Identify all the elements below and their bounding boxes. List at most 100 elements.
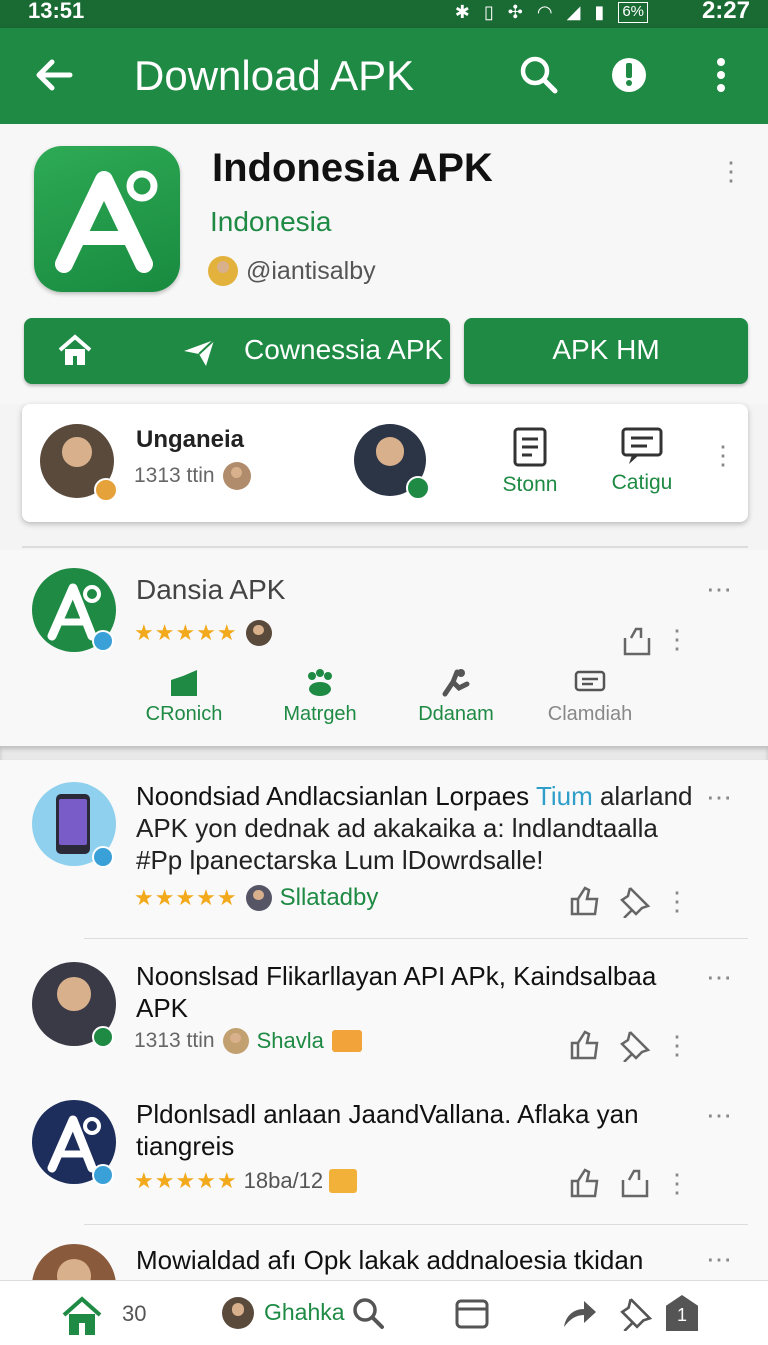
profile-avatar[interactable] <box>222 1297 254 1329</box>
app-a-icon <box>55 170 158 273</box>
document-icon <box>513 427 547 467</box>
author-handle: @iantisalby <box>246 256 376 285</box>
search-button[interactable] <box>516 52 562 98</box>
item-meta: ★★★★★ 18ba/12 <box>134 1168 358 1194</box>
app-card-action-3[interactable]: Ddanam <box>408 668 504 726</box>
bluetooth-icon: ✱ <box>454 2 470 22</box>
alert-circle-icon <box>612 58 646 92</box>
app-author[interactable]: @iantisalby <box>208 256 376 286</box>
chart-icon <box>171 670 197 696</box>
share-box-icon[interactable] <box>618 1166 652 1200</box>
pin-icon[interactable] <box>618 1295 654 1331</box>
status-time: 13:51 <box>28 0 85 23</box>
item-title: Mowialdad afı Opk lakak addnaloesia tkid… <box>136 1245 644 1275</box>
stonn-action[interactable]: Stonn <box>482 426 578 497</box>
app-card-badge <box>92 630 114 652</box>
feed-list: Noondsiad Andlacsianlan Lorpaes Tium ala… <box>0 760 768 1280</box>
battery-saver-icon: ▮ <box>594 2 605 22</box>
pin-icon[interactable] <box>618 884 652 918</box>
overflow-menu-button[interactable] <box>698 52 744 98</box>
app-subtitle[interactable]: Indonesia <box>210 206 331 238</box>
share-box-icon[interactable] <box>620 624 654 658</box>
signal-icon: ◢ <box>566 2 581 22</box>
item-badge <box>92 1164 114 1186</box>
battery-level: 6% <box>618 2 648 23</box>
app-card-title[interactable]: Dansia APK <box>136 574 285 606</box>
meta-avatar <box>245 885 272 911</box>
item-badge <box>92 1026 114 1048</box>
list-item[interactable]: Pldonlsadl anlaan JaandVallana. Aflaka y… <box>0 1082 768 1222</box>
item-title: Pldonlsadl anlaan JaandVallana. Aflaka y… <box>136 1099 639 1161</box>
item-author[interactable]: Sllatadby <box>280 884 379 912</box>
status-clock: 2:27 <box>701 0 750 24</box>
app-card-kebab-button[interactable]: ⋮ <box>664 626 690 652</box>
primary-download-button[interactable]: Cownessia APK <box>24 318 450 384</box>
primary-download-label: Cownessia APK <box>244 334 444 365</box>
rating-avatar <box>245 620 272 646</box>
section-separator <box>0 746 768 760</box>
list-item[interactable]: Noonslsad Flikarllayan API APk, Kaindsal… <box>0 940 768 1080</box>
item-time: 1313 ttin <box>134 1029 215 1052</box>
runner-icon <box>442 669 470 697</box>
action-3-label: Ddanam <box>418 703 494 725</box>
nav-label[interactable]: Ghahka <box>264 1299 345 1326</box>
pin-icon[interactable] <box>618 1028 652 1062</box>
thumb-up-icon[interactable] <box>568 884 602 918</box>
info-button[interactable] <box>606 52 652 98</box>
bottom-nav: 30 Ghahka 1 <box>0 1280 768 1345</box>
search-icon <box>520 56 558 94</box>
app-card-action-2[interactable]: Matrgeh <box>272 668 368 726</box>
back-button[interactable] <box>30 52 76 98</box>
paw-icon <box>308 669 332 696</box>
share-icon[interactable] <box>560 1295 598 1331</box>
item-kebab-button[interactable]: ⋮ <box>664 1170 690 1196</box>
user-name[interactable]: Unganeia <box>136 426 244 454</box>
app-card: Dansia APK ★★★★★ ⋯ ⋮ CRonich Matrgeh Dda… <box>0 550 768 746</box>
notification-badge: 1 <box>676 1305 687 1325</box>
user-card-menu-button[interactable]: ⋮ <box>710 442 736 468</box>
divider <box>84 1224 748 1225</box>
item-kebab-button[interactable]: ⋮ <box>664 1032 690 1058</box>
list-item[interactable]: Noondsiad Andlacsianlan Lorpaes Tium ala… <box>0 760 768 938</box>
item-title-text: Noondsiad Andlacsianlan Lorpaes <box>136 781 536 811</box>
item-title: Noonslsad Flikarllayan API APk, Kaindsal… <box>136 961 657 1023</box>
app-card-action-1[interactable]: CRonich <box>138 668 230 726</box>
home-count: 30 <box>122 1301 147 1326</box>
item-title: Noondsiad Andlacsianlan Lorpaes Tium ala… <box>136 780 696 876</box>
item-tag[interactable]: Shavla <box>257 1028 324 1054</box>
item-title-link[interactable]: Tium <box>536 781 593 811</box>
catigu-action[interactable]: Catigu <box>596 426 688 495</box>
item-more-button[interactable]: ⋯ <box>706 964 732 990</box>
item-meta: ★★★★★ Sllatadby <box>134 884 378 912</box>
app-menu-button[interactable]: ⋮ <box>718 158 744 184</box>
inbox-icon[interactable] <box>454 1297 490 1331</box>
vibrate-icon: ▯ <box>483 2 494 22</box>
star-rating: ★★★★★ <box>134 620 238 645</box>
home-icon[interactable] <box>60 1295 104 1337</box>
item-more-button[interactable]: ⋯ <box>706 1102 732 1128</box>
search-icon[interactable] <box>350 1295 386 1331</box>
notification-icon[interactable]: 1 <box>666 1295 698 1331</box>
app-card-rating: ★★★★★ <box>134 620 272 646</box>
status-bar: 13:51 ✱ ▯ ✣ ◠ ◢ ▮ 6% 2:27 <box>0 0 768 28</box>
app-card-more-button[interactable]: ⋯ <box>706 576 732 602</box>
secondary-action-button[interactable]: APK HM <box>464 318 748 384</box>
thumb-up-icon[interactable] <box>568 1028 602 1062</box>
nfc-icon: ✣ <box>507 2 523 22</box>
send-icon <box>184 339 215 366</box>
item-kebab-button[interactable]: ⋮ <box>664 888 690 914</box>
arrow-left-icon <box>36 59 73 91</box>
message-icon <box>621 427 663 464</box>
home-icon <box>58 334 92 365</box>
action-2-label: Matrgeh <box>283 703 357 725</box>
item-more-button[interactable]: ⋯ <box>706 784 732 810</box>
app-card-action-4[interactable]: Clamdiah <box>540 668 640 726</box>
status-icons: ✱ ▯ ✣ ◠ ◢ ▮ 6% <box>455 2 648 23</box>
app-logo <box>34 146 180 292</box>
divider <box>84 938 748 939</box>
item-more-button[interactable]: ⋯ <box>706 1246 732 1272</box>
list-item[interactable]: Mowialdad afı Opk lakak addnaloesia tkid… <box>0 1226 768 1280</box>
thumb-up-icon[interactable] <box>568 1166 602 1200</box>
item-date: 18ba/12 <box>243 1168 324 1193</box>
secondary-action-label: APK HM <box>552 334 660 365</box>
